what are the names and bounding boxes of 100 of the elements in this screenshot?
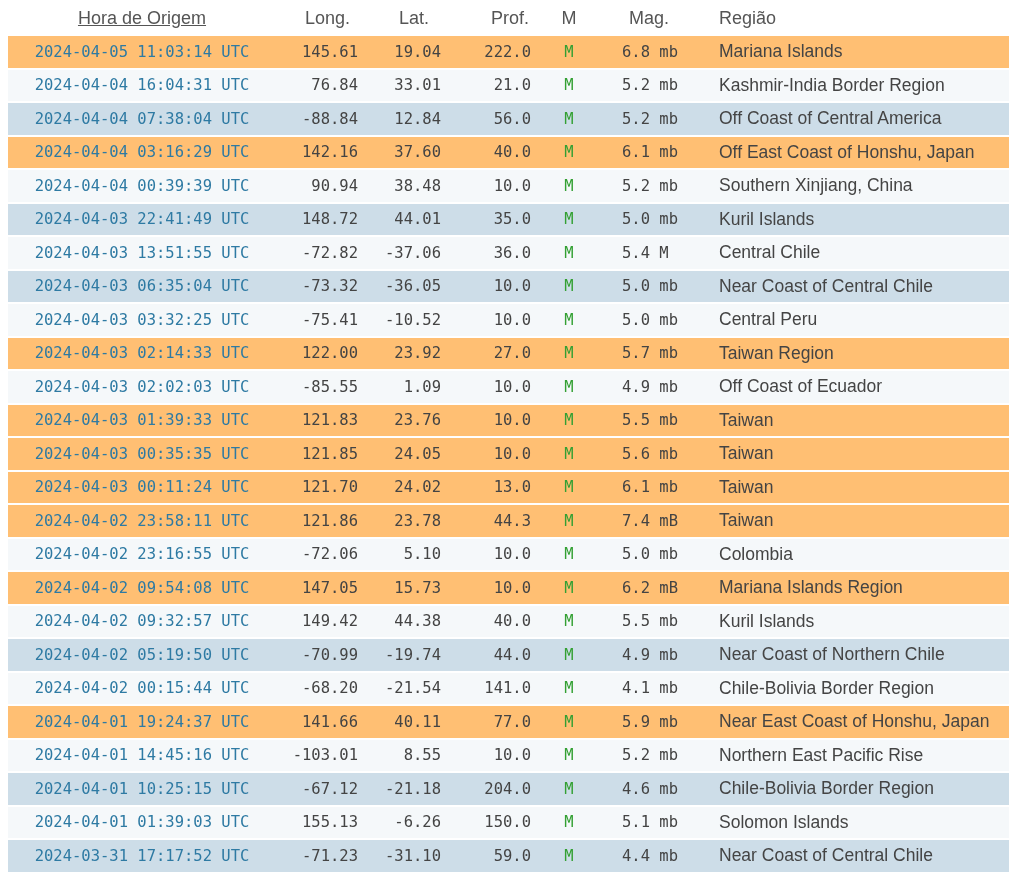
time-link[interactable]: 2024-04-01 10:25:15 UTC: [34, 779, 250, 798]
time-link[interactable]: 2024-04-04 07:38:04 UTC: [34, 109, 250, 128]
latitude-cell: 5.10: [403, 545, 441, 564]
m-cell: M: [564, 779, 574, 798]
m-cell: M: [564, 310, 574, 329]
region-cell: Central Peru: [719, 309, 818, 330]
magnitude-cell: 5.0 mb: [622, 545, 678, 564]
time-link[interactable]: 2024-04-03 00:35:35 UTC: [34, 444, 250, 463]
time-link[interactable]: 2024-04-04 03:16:29 UTC: [34, 143, 250, 162]
longitude-cell: 122.00: [302, 344, 358, 363]
magnitude-cell: 4.9 mb: [622, 377, 678, 396]
depth-cell: 10.0: [493, 277, 531, 296]
latitude-cell: -31.10: [385, 846, 441, 865]
magnitude-cell: 5.4 M: [622, 243, 669, 262]
latitude-cell: -36.05: [385, 277, 441, 296]
longitude-cell: 121.70: [302, 478, 358, 497]
depth-cell: 10.0: [493, 444, 531, 463]
column-header: Região: [719, 7, 777, 28]
time-link[interactable]: 2024-04-03 03:32:25 UTC: [34, 310, 250, 329]
time-link[interactable]: 2024-04-03 22:41:49 UTC: [34, 210, 250, 229]
magnitude-cell: 4.4 mb: [622, 846, 678, 865]
magnitude-cell: 5.5 mb: [622, 612, 678, 631]
depth-cell: 59.0: [493, 846, 531, 865]
longitude-cell: 145.61: [302, 42, 358, 61]
region-cell: Southern Xinjiang, China: [719, 175, 913, 196]
region-cell: Taiwan: [719, 476, 774, 497]
depth-cell: 56.0: [493, 109, 531, 128]
region-cell: Chile-Bolivia Border Region: [719, 677, 934, 698]
latitude-cell: 38.48: [394, 176, 441, 195]
time-link[interactable]: 2024-04-02 09:32:57 UTC: [34, 612, 250, 631]
latitude-cell: 24.02: [394, 478, 441, 497]
region-cell: Chile-Bolivia Border Region: [719, 778, 934, 799]
longitude-cell: 121.83: [302, 411, 358, 430]
m-cell: M: [564, 746, 574, 765]
time-link[interactable]: 2024-04-02 23:16:55 UTC: [34, 545, 250, 564]
depth-cell: 44.0: [493, 645, 531, 664]
longitude-cell: -71.23: [302, 846, 358, 865]
magnitude-cell: 5.9 mb: [622, 712, 678, 731]
magnitude-cell: 7.4 mB: [622, 511, 678, 530]
magnitude-cell: 5.5 mb: [622, 411, 678, 430]
latitude-cell: 8.55: [403, 746, 441, 765]
time-link[interactable]: 2024-04-03 01:39:33 UTC: [34, 411, 250, 430]
m-cell: M: [564, 813, 574, 832]
longitude-cell: -88.84: [302, 109, 358, 128]
region-cell: Central Chile: [719, 242, 821, 263]
m-cell: M: [564, 143, 574, 162]
region-cell: Off Coast of Central America: [719, 108, 942, 129]
region-cell: Kuril Islands: [719, 610, 815, 631]
time-link[interactable]: 2024-04-02 23:58:11 UTC: [34, 511, 250, 530]
time-link[interactable]: 2024-04-01 19:24:37 UTC: [34, 712, 250, 731]
latitude-cell: 44.01: [394, 210, 441, 229]
m-cell: M: [564, 109, 574, 128]
time-link[interactable]: 2024-04-03 02:02:03 UTC: [34, 377, 250, 396]
magnitude-cell: 6.1 mb: [622, 143, 678, 162]
region-cell: Kashmir-India Border Region: [719, 74, 945, 95]
magnitude-cell: 6.1 mb: [622, 478, 678, 497]
time-link[interactable]: 2024-04-02 09:54:08 UTC: [34, 578, 250, 597]
region-cell: Northern East Pacific Rise: [719, 744, 924, 765]
time-link[interactable]: 2024-04-02 05:19:50 UTC: [34, 645, 250, 664]
latitude-cell: 24.05: [394, 444, 441, 463]
time-link[interactable]: 2024-04-01 14:45:16 UTC: [34, 746, 250, 765]
depth-cell: 10.0: [493, 545, 531, 564]
column-header-link[interactable]: Hora de Origem: [77, 7, 207, 28]
time-link[interactable]: 2024-04-03 06:35:04 UTC: [34, 277, 250, 296]
m-cell: M: [564, 712, 574, 731]
depth-cell: 40.0: [493, 612, 531, 631]
time-link[interactable]: 2024-04-03 02:14:33 UTC: [34, 344, 250, 363]
longitude-cell: -70.99: [302, 645, 358, 664]
longitude-cell: -72.06: [302, 545, 358, 564]
depth-cell: 77.0: [493, 712, 531, 731]
time-link[interactable]: 2024-04-03 00:11:24 UTC: [34, 478, 250, 497]
m-cell: M: [564, 478, 574, 497]
m-cell: M: [564, 411, 574, 430]
depth-cell: 10.0: [493, 377, 531, 396]
depth-cell: 27.0: [493, 344, 531, 363]
time-link[interactable]: 2024-04-02 00:15:44 UTC: [34, 679, 250, 698]
time-link[interactable]: 2024-04-04 16:04:31 UTC: [34, 76, 250, 95]
latitude-cell: 23.92: [394, 344, 441, 363]
magnitude-cell: 5.1 mb: [622, 813, 678, 832]
time-link[interactable]: 2024-04-03 13:51:55 UTC: [34, 243, 250, 262]
depth-cell: 21.0: [493, 76, 531, 95]
m-cell: M: [564, 511, 574, 530]
m-cell: M: [564, 176, 574, 195]
latitude-cell: 40.11: [394, 712, 441, 731]
magnitude-cell: 4.9 mb: [622, 645, 678, 664]
region-cell: Off Coast of Ecuador: [719, 376, 883, 397]
m-cell: M: [564, 277, 574, 296]
region-cell: Mariana Islands: [719, 41, 843, 62]
time-link[interactable]: 2024-04-01 01:39:03 UTC: [34, 813, 250, 832]
time-link[interactable]: 2024-04-04 00:39:39 UTC: [34, 176, 250, 195]
magnitude-cell: 6.8 mb: [622, 42, 678, 61]
time-link[interactable]: 2024-04-05 11:03:14 UTC: [34, 42, 250, 61]
depth-cell: 141.0: [484, 679, 531, 698]
region-cell: Taiwan: [719, 443, 774, 464]
m-cell: M: [564, 42, 574, 61]
time-link[interactable]: 2024-03-31 17:17:52 UTC: [34, 846, 250, 865]
latitude-cell: -6.26: [394, 813, 441, 832]
longitude-cell: -67.12: [302, 779, 358, 798]
depth-cell: 10.0: [493, 176, 531, 195]
longitude-cell: -103.01: [292, 746, 358, 765]
